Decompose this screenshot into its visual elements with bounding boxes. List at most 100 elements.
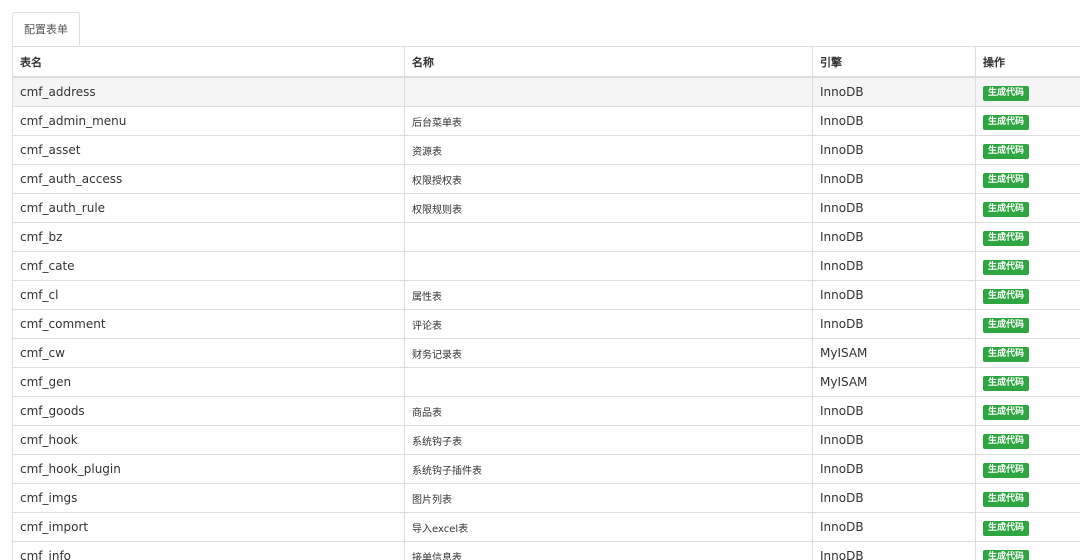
- table-row: cmf_admin_menu 后台菜单表 InnoDB 生成代码: [12, 106, 1080, 136]
- cell-table-name: cmf_imgs: [12, 483, 405, 513]
- tables-table: 表名 名称 引擎 操作 cmf_address InnoDB 生成代码 cmf_adm…: [12, 46, 1080, 560]
- cell-engine: InnoDB: [812, 541, 976, 560]
- cell-action: 生成代码: [975, 76, 1080, 107]
- cell-table-name: cmf_admin_menu: [12, 106, 405, 136]
- generate-code-button[interactable]: 生成代码: [983, 549, 1030, 560]
- cell-display-name: 属性表: [404, 280, 813, 310]
- generate-code-button[interactable]: 生成代码: [983, 288, 1030, 304]
- cell-engine: InnoDB: [812, 76, 976, 107]
- table-row: cmf_hook_plugin 系统钩子插件表 InnoDB 生成代码: [12, 454, 1080, 484]
- cell-action: 生成代码: [975, 541, 1080, 560]
- cell-engine: MyISAM: [812, 338, 976, 368]
- tab-config-form[interactable]: 配置表单: [12, 12, 80, 46]
- cell-engine: InnoDB: [812, 106, 976, 136]
- cell-display-name: 系统钩子表: [404, 425, 813, 455]
- table-row: cmf_cl 属性表 InnoDB 生成代码: [12, 280, 1080, 310]
- header-table-name: 表名: [12, 46, 405, 78]
- header-display-name: 名称: [404, 46, 813, 78]
- cell-table-name: cmf_cate: [12, 251, 405, 281]
- cell-action: 生成代码: [975, 135, 1080, 165]
- cell-engine: InnoDB: [812, 309, 976, 339]
- generate-code-button[interactable]: 生成代码: [983, 114, 1030, 130]
- cell-action: 生成代码: [975, 425, 1080, 455]
- table-row: cmf_auth_rule 权限规则表 InnoDB 生成代码: [12, 193, 1080, 223]
- cell-display-name: 导入excel表: [404, 512, 813, 542]
- cell-display-name: [404, 251, 813, 281]
- cell-action: 生成代码: [975, 396, 1080, 426]
- cell-engine: InnoDB: [812, 280, 976, 310]
- cell-action: 生成代码: [975, 193, 1080, 223]
- cell-display-name: 权限授权表: [404, 164, 813, 194]
- cell-display-name: 接单信息表: [404, 541, 813, 560]
- cell-engine: InnoDB: [812, 454, 976, 484]
- generate-code-button[interactable]: 生成代码: [983, 201, 1030, 217]
- cell-table-name: cmf_import: [12, 512, 405, 542]
- table-row: cmf_comment 评论表 InnoDB 生成代码: [12, 309, 1080, 339]
- generate-code-button[interactable]: 生成代码: [983, 404, 1030, 420]
- cell-action: 生成代码: [975, 280, 1080, 310]
- table-row: cmf_bz InnoDB 生成代码: [12, 222, 1080, 252]
- cell-action: 生成代码: [975, 309, 1080, 339]
- table-row: cmf_gen MyISAM 生成代码: [12, 367, 1080, 397]
- header-engine: 引擎: [812, 46, 976, 78]
- cell-table-name: cmf_hook_plugin: [12, 454, 405, 484]
- generate-code-button[interactable]: 生成代码: [983, 85, 1030, 101]
- cell-engine: InnoDB: [812, 193, 976, 223]
- table-row: cmf_cate InnoDB 生成代码: [12, 251, 1080, 281]
- generate-code-button[interactable]: 生成代码: [983, 172, 1030, 188]
- cell-display-name: 权限规则表: [404, 193, 813, 223]
- tab-bar: 配置表单: [12, 12, 1080, 47]
- cell-action: 生成代码: [975, 106, 1080, 136]
- cell-display-name: 商品表: [404, 396, 813, 426]
- header-action: 操作: [975, 46, 1080, 78]
- cell-action: 生成代码: [975, 512, 1080, 542]
- generate-code-button[interactable]: 生成代码: [983, 259, 1030, 275]
- cell-display-name: [404, 367, 813, 397]
- generate-code-button[interactable]: 生成代码: [983, 375, 1030, 391]
- cell-table-name: cmf_cw: [12, 338, 405, 368]
- generate-code-button[interactable]: 生成代码: [983, 317, 1030, 333]
- generate-code-button[interactable]: 生成代码: [983, 346, 1030, 362]
- cell-table-name: cmf_asset: [12, 135, 405, 165]
- cell-engine: InnoDB: [812, 251, 976, 281]
- cell-display-name: 后台菜单表: [404, 106, 813, 136]
- cell-table-name: cmf_goods: [12, 396, 405, 426]
- cell-engine: InnoDB: [812, 396, 976, 426]
- cell-table-name: cmf_address: [12, 76, 405, 107]
- table-row: cmf_goods 商品表 InnoDB 生成代码: [12, 396, 1080, 426]
- cell-display-name: [404, 222, 813, 252]
- cell-action: 生成代码: [975, 454, 1080, 484]
- cell-table-name: cmf_gen: [12, 367, 405, 397]
- generate-code-button[interactable]: 生成代码: [983, 462, 1030, 478]
- table-row: cmf_imgs 图片列表 InnoDB 生成代码: [12, 483, 1080, 513]
- table-row: cmf_import 导入excel表 InnoDB 生成代码: [12, 512, 1080, 542]
- table-row: cmf_asset 资源表 InnoDB 生成代码: [12, 135, 1080, 165]
- cell-engine: InnoDB: [812, 425, 976, 455]
- cell-action: 生成代码: [975, 222, 1080, 252]
- cell-display-name: 图片列表: [404, 483, 813, 513]
- table-row: cmf_auth_access 权限授权表 InnoDB 生成代码: [12, 164, 1080, 194]
- cell-action: 生成代码: [975, 251, 1080, 281]
- generate-code-button[interactable]: 生成代码: [983, 433, 1030, 449]
- cell-display-name: 评论表: [404, 309, 813, 339]
- table-row: cmf_info 接单信息表 InnoDB 生成代码: [12, 541, 1080, 560]
- table-row: cmf_cw 财务记录表 MyISAM 生成代码: [12, 338, 1080, 368]
- cell-engine: InnoDB: [812, 135, 976, 165]
- generate-code-button[interactable]: 生成代码: [983, 491, 1030, 507]
- cell-display-name: 资源表: [404, 135, 813, 165]
- cell-engine: MyISAM: [812, 367, 976, 397]
- generate-code-button[interactable]: 生成代码: [983, 230, 1030, 246]
- cell-action: 生成代码: [975, 483, 1080, 513]
- generate-code-button[interactable]: 生成代码: [983, 520, 1030, 536]
- cell-table-name: cmf_comment: [12, 309, 405, 339]
- generate-code-button[interactable]: 生成代码: [983, 143, 1030, 159]
- cell-action: 生成代码: [975, 367, 1080, 397]
- cell-engine: InnoDB: [812, 483, 976, 513]
- cell-engine: InnoDB: [812, 512, 976, 542]
- table-body: cmf_address InnoDB 生成代码 cmf_admin_menu 后台菜单表…: [12, 76, 1080, 560]
- cell-action: 生成代码: [975, 164, 1080, 194]
- cell-display-name: [404, 76, 813, 107]
- cell-display-name: 系统钩子插件表: [404, 454, 813, 484]
- table-row: cmf_hook 系统钩子表 InnoDB 生成代码: [12, 425, 1080, 455]
- table-header-row: 表名 名称 引擎 操作: [12, 46, 1080, 78]
